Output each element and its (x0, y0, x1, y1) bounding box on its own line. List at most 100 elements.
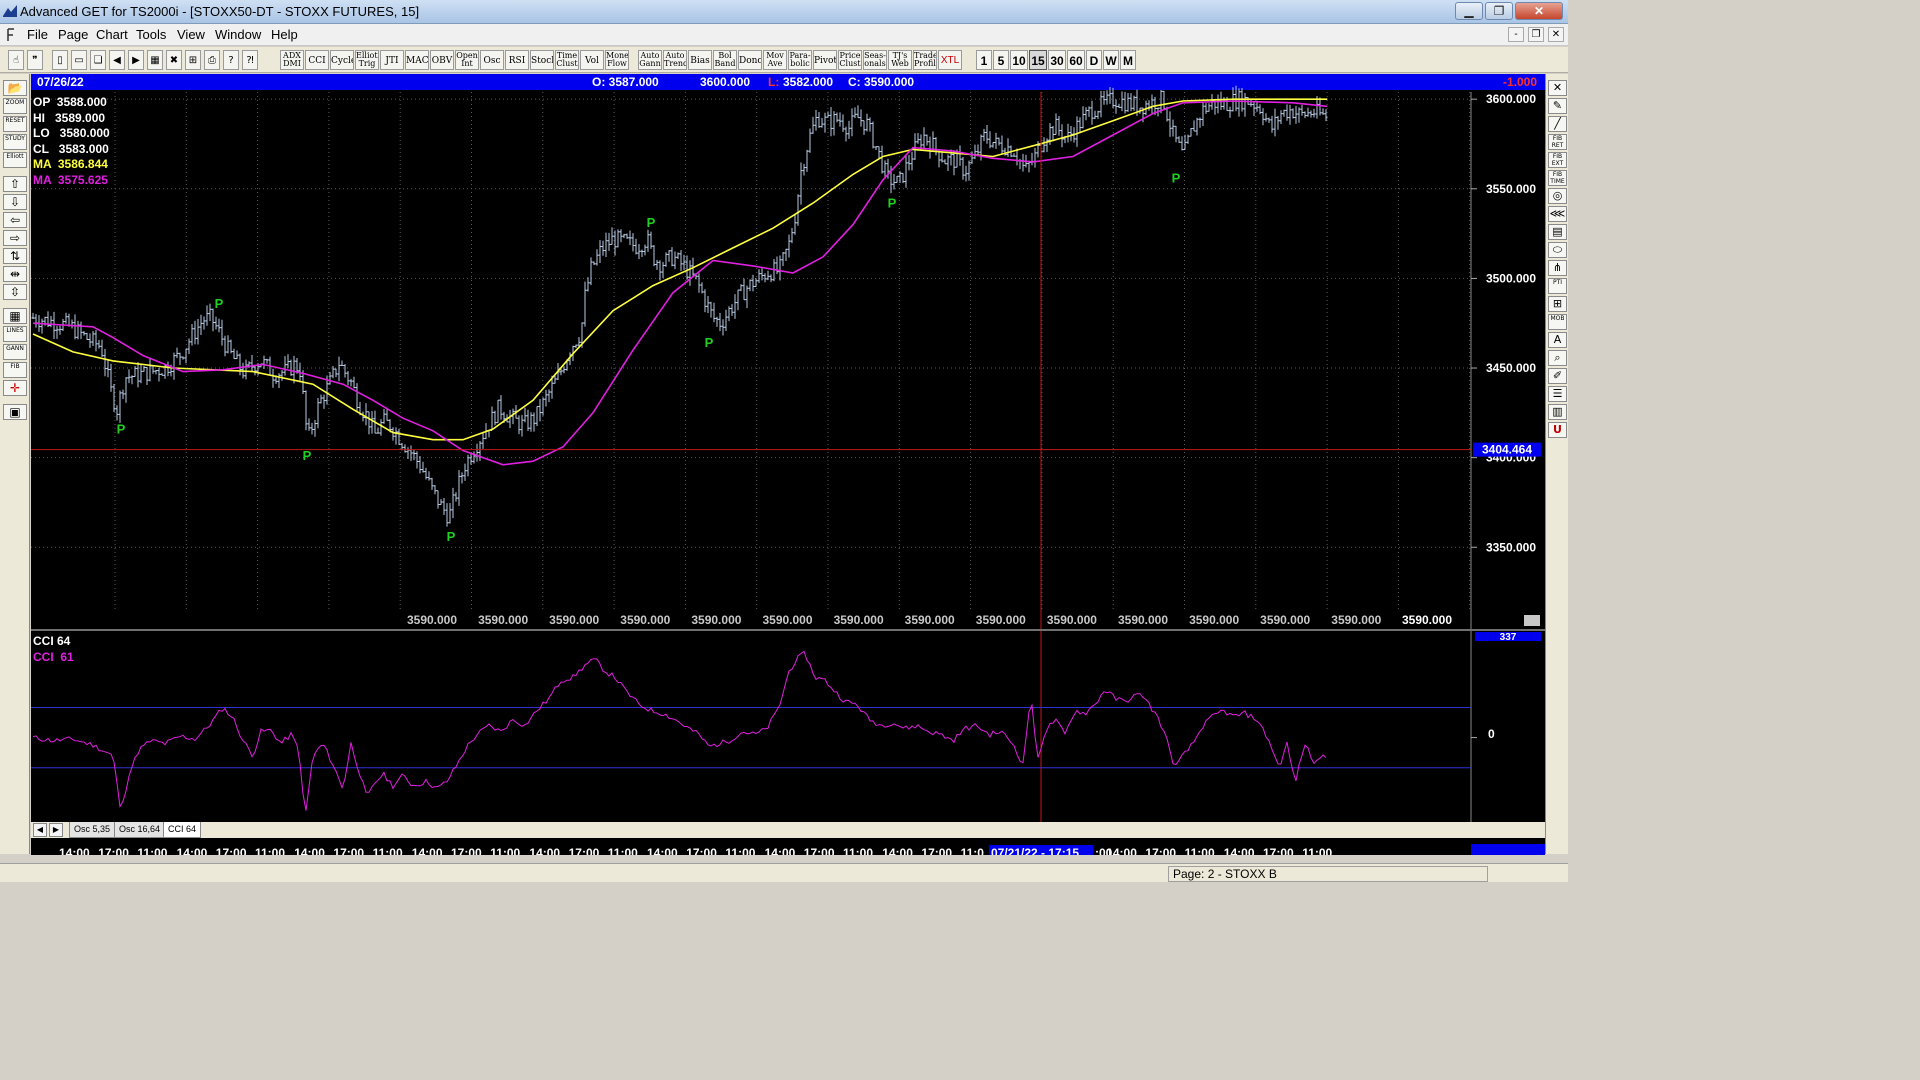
line-tool[interactable]: ╱ (1548, 116, 1567, 132)
table-tool[interactable]: ⊞ (1548, 296, 1567, 312)
period-button-10[interactable]: 10 (1010, 50, 1028, 70)
menu-view[interactable]: View (177, 27, 205, 42)
study-button-8[interactable]: Osc (480, 50, 504, 70)
study-button-15[interactable]: Auto Trend (663, 50, 687, 70)
lines-tool[interactable]: LINES (3, 326, 27, 342)
menu-chart[interactable]: Chart (96, 27, 128, 42)
grid-tool[interactable]: ▦ (3, 308, 27, 324)
study-button-16[interactable]: Bias (688, 50, 712, 70)
study-button-25[interactable]: TradeProfile (913, 50, 937, 70)
page-tool[interactable]: ▣ (3, 404, 27, 420)
zoom-tool[interactable]: ZOOM (3, 98, 27, 114)
channel-tool[interactable]: ▤ (1548, 224, 1567, 240)
new-page-icon[interactable]: ▯ (52, 50, 68, 70)
magnify-tool[interactable]: ⌕ (1548, 350, 1567, 366)
help-icon[interactable]: ? (223, 50, 239, 70)
study-button-4[interactable]: JTI (380, 50, 404, 70)
study-button-22[interactable]: Price Clust (838, 50, 862, 70)
tab-osc-16-64[interactable]: Osc 16,64 (114, 822, 166, 838)
study-button-6[interactable]: OBV (430, 50, 454, 70)
menu-window[interactable]: Window (215, 27, 261, 42)
delete-icon[interactable]: ✖ (166, 50, 182, 70)
close-button[interactable]: ✕ (1515, 2, 1563, 20)
period-button-5[interactable]: 5 (993, 50, 1009, 70)
study-button-17[interactable]: Bol Band (713, 50, 737, 70)
open-icon[interactable]: ▭ (71, 50, 87, 70)
fib-time-tool[interactable]: FIB TIME (1548, 170, 1567, 186)
menu-page[interactable]: Page (58, 27, 88, 42)
pane-resize-icon[interactable] (1524, 615, 1540, 626)
ellipse-tool[interactable]: ⬭ (1548, 242, 1567, 258)
study-button-14[interactable]: Auto Gann (638, 50, 662, 70)
period-button-M[interactable]: M (1120, 50, 1136, 70)
period-button-30[interactable]: 30 (1048, 50, 1066, 70)
period-button-W[interactable]: W (1103, 50, 1119, 70)
study-button-21[interactable]: Pivot (813, 50, 837, 70)
study-button-1[interactable]: CCI (305, 50, 329, 70)
fan-tool[interactable]: ⋘ (1548, 206, 1567, 222)
study-button-9[interactable]: RSI (505, 50, 529, 70)
marker-tool[interactable]: ✐ (1548, 368, 1567, 384)
forward-icon[interactable]: ▶ (128, 50, 144, 70)
period-button-60[interactable]: 60 (1067, 50, 1085, 70)
fib-retracement-tool[interactable]: FIB RET (1548, 134, 1567, 150)
study-button-13[interactable]: MoneyFlow (605, 50, 629, 70)
study-button-3[interactable]: Elliott Trig (355, 50, 379, 70)
study-button-23[interactable]: Seas-onals (863, 50, 887, 70)
chart-canvas[interactable]: 07/26/22 O: 3587.000 3600.000 L: 3582.00… (31, 74, 1545, 862)
xtl-button[interactable]: XTL (938, 50, 962, 70)
minimize-button[interactable]: ▁ (1455, 2, 1483, 20)
tab-prev-button[interactable]: ◀ (33, 823, 47, 837)
pti-tool[interactable]: PTI (1548, 278, 1567, 294)
grid-icon[interactable]: ⊞ (185, 50, 201, 70)
maximize-button[interactable]: ❐ (1485, 2, 1513, 20)
tile-icon[interactable]: ▦ (147, 50, 163, 70)
elliott-tool[interactable]: Elliott (3, 152, 27, 168)
cancel-tool[interactable]: ✕ (1548, 80, 1567, 96)
study-button-10[interactable]: Stoch (530, 50, 554, 70)
tab-cci-64[interactable]: CCI 64 (163, 822, 202, 838)
list-tool[interactable]: ☰ (1548, 386, 1567, 402)
study-button-0[interactable]: ADX DMI (280, 50, 304, 70)
print-icon[interactable]: ⎙ (204, 50, 220, 70)
study-button-7[interactable]: Open Int (455, 50, 479, 70)
arrow-right-tool[interactable]: ⇨ (3, 230, 27, 246)
arrow-down-tool[interactable]: ⇩ (3, 194, 27, 210)
arrow-left-tool[interactable]: ⇦ (3, 212, 27, 228)
fib-extension-tool[interactable]: FIB EXT (1548, 152, 1567, 168)
fib-tool[interactable]: FIB (3, 362, 27, 378)
study-button-12[interactable]: Vol (580, 50, 604, 70)
study-button-19[interactable]: Mov Ave (763, 50, 787, 70)
gann-tool[interactable]: GANN (3, 344, 27, 360)
study-button-20[interactable]: Para-bolic (788, 50, 812, 70)
mob-tool[interactable]: MOB (1548, 314, 1567, 330)
crosshair-tool[interactable]: ✛ (3, 380, 27, 396)
open-folder-tool[interactable]: 📂 (3, 80, 27, 96)
study-button-24[interactable]: TJ's Web (888, 50, 912, 70)
pencil-tool[interactable]: ✎ (1548, 98, 1567, 114)
copy-icon[interactable]: ❏ (90, 50, 106, 70)
spiral-tool[interactable]: ◎ (1548, 188, 1567, 204)
menu-help[interactable]: Help (271, 27, 298, 42)
layers-tool[interactable]: ▥ (1548, 404, 1567, 420)
expand-vertical-tool[interactable]: ⇳ (3, 284, 27, 300)
text-tool[interactable]: A (1548, 332, 1567, 348)
menu-tools[interactable]: Tools (136, 27, 166, 42)
study-button-5[interactable]: MACD (405, 50, 429, 70)
period-button-15[interactable]: 15 (1029, 50, 1047, 70)
expand-horizontal-tool[interactable]: ⇹ (3, 266, 27, 282)
mdi-minimize-button[interactable]: - (1508, 27, 1524, 42)
compress-tool[interactable]: ⇅ (3, 248, 27, 264)
mdi-close-button[interactable]: ✕ (1548, 27, 1564, 42)
study-button-18[interactable]: Donch (738, 50, 762, 70)
study-button-11[interactable]: Time Clust (555, 50, 579, 70)
mdi-restore-button[interactable]: ❐ (1528, 27, 1544, 42)
study-tool[interactable]: STUDY (3, 134, 27, 150)
hand-pointer-icon[interactable]: ☝ (8, 50, 24, 70)
period-button-1[interactable]: 1 (976, 50, 992, 70)
back-icon[interactable]: ◀ (109, 50, 125, 70)
tab-next-button[interactable]: ▶ (49, 823, 63, 837)
reset-tool[interactable]: RESET (3, 116, 27, 132)
tab-osc-5-35[interactable]: Osc 5,35 (69, 822, 116, 838)
context-help-icon[interactable]: ⁈ (242, 50, 258, 70)
